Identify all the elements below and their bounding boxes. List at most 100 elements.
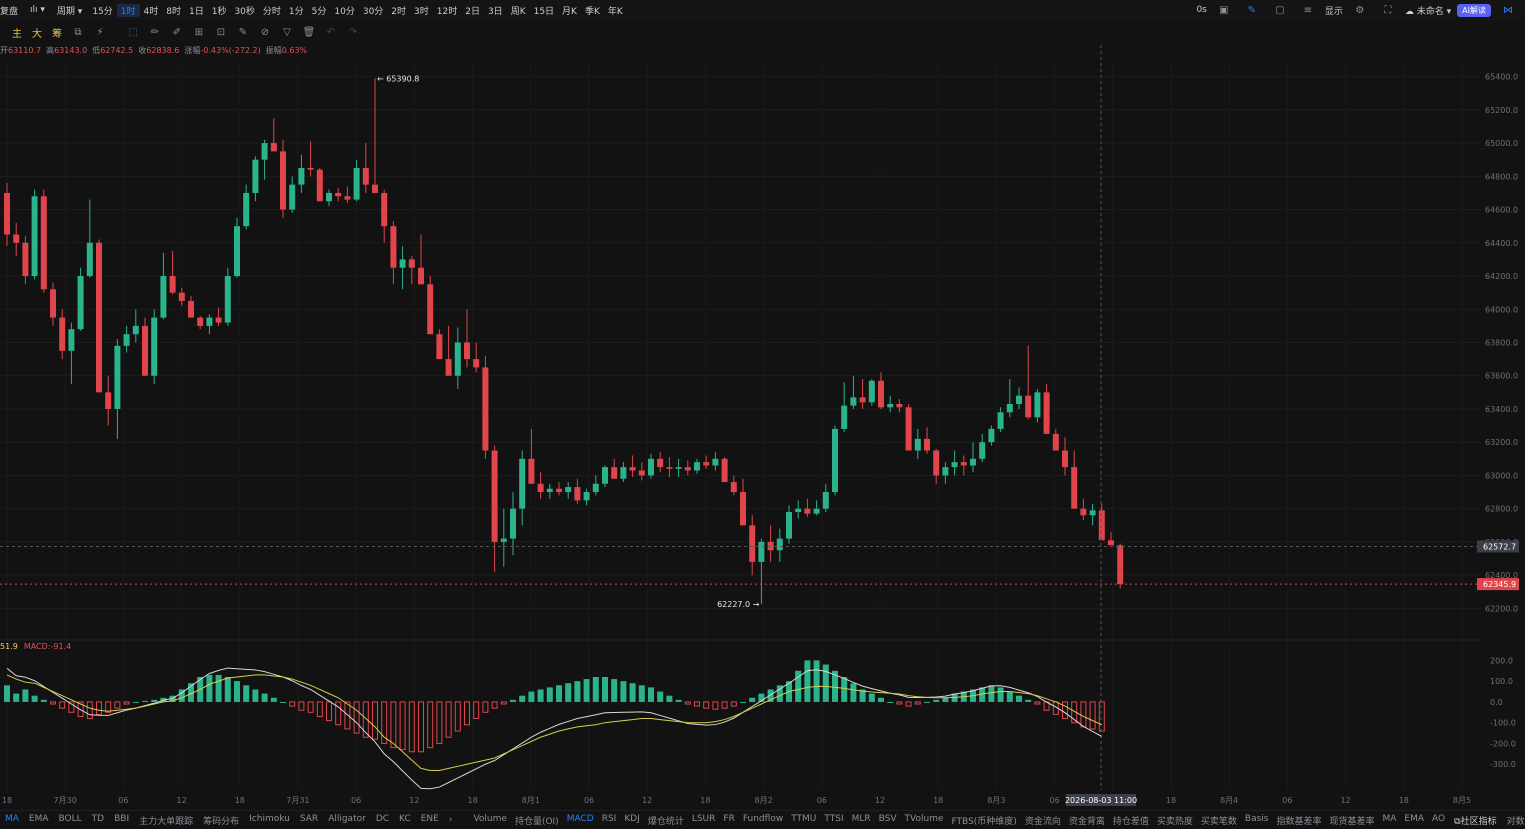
sub-indicator-4[interactable]: KDJ xyxy=(620,814,644,827)
candle-body xyxy=(206,317,213,326)
macd-histogram-bar xyxy=(703,701,710,709)
candle-body xyxy=(675,467,682,469)
candle-body xyxy=(712,458,719,466)
macd-histogram-bar xyxy=(666,695,673,702)
sub-indicator-3[interactable]: RSI xyxy=(598,814,621,827)
candle-body xyxy=(40,196,47,290)
crosshair-time-label: 2026-08-03 11:00 xyxy=(1065,796,1137,805)
candle-body xyxy=(427,284,434,335)
sub-indicator-0[interactable]: Volume xyxy=(469,814,510,827)
macd-histogram-bar xyxy=(648,687,654,702)
macd-histogram-bar xyxy=(887,701,894,703)
sub-indicator-23[interactable]: MA xyxy=(1379,814,1401,827)
main-indicator-6[interactable]: 筹码分布 xyxy=(198,814,244,827)
time-tick-label: 12 xyxy=(642,796,652,805)
candle-body xyxy=(878,380,884,408)
time-tick-label: 06 xyxy=(118,796,128,805)
sub-indicator-5[interactable]: 爆仓统计 xyxy=(644,814,688,827)
candle-body xyxy=(362,168,369,185)
sub-indicator-24[interactable]: EMA xyxy=(1400,814,1428,827)
candle-body xyxy=(1062,450,1068,468)
macd-tick-label: -300.0 xyxy=(1490,760,1516,769)
community-indicators-button[interactable]: ⧉社区指标 xyxy=(1449,814,1501,827)
candle-body xyxy=(583,492,590,501)
candle-body xyxy=(22,242,29,277)
sub-indicator-1[interactable]: 持仓量(OI) xyxy=(511,814,563,827)
time-tick-label: 18 xyxy=(700,796,710,805)
sub-indicator-21[interactable]: 指数基差率 xyxy=(1272,814,1325,827)
candle-body xyxy=(482,367,489,451)
sub-indicator-6[interactable]: LSUR xyxy=(688,814,720,827)
candle-body xyxy=(592,483,599,493)
candle-body xyxy=(399,259,406,268)
sub-indicator-11[interactable]: MLR xyxy=(848,814,875,827)
candle-body xyxy=(684,467,691,471)
macd-histogram-bar xyxy=(997,687,1004,702)
main-indicator-7[interactable]: Ichimoku xyxy=(244,814,295,827)
macd-dea-line xyxy=(6,674,1103,771)
sub-indicator-20[interactable]: Basis xyxy=(1241,814,1273,827)
time-tick-label: 18 xyxy=(2,796,12,805)
macd-histogram-bar xyxy=(1016,695,1022,702)
sub-indicator-10[interactable]: TTSI xyxy=(820,814,847,827)
macd-histogram-bar xyxy=(1006,691,1013,702)
main-indicator-4[interactable]: BBI xyxy=(109,814,134,827)
main-indicator-1[interactable]: EMA xyxy=(24,814,54,827)
candle-body xyxy=(730,482,737,493)
main-indicator-8[interactable]: SAR xyxy=(295,814,323,827)
candle-body xyxy=(77,276,84,330)
macd-histogram-bar xyxy=(40,699,47,702)
macd-histogram-bar xyxy=(59,701,66,709)
more-indicators-arrow[interactable]: › xyxy=(444,815,458,825)
macd-histogram-bar xyxy=(316,701,323,717)
candle-body xyxy=(188,300,194,318)
main-indicator-12[interactable]: ENE xyxy=(416,814,444,827)
macd-histogram-bar xyxy=(408,701,415,753)
candle-body xyxy=(353,168,360,200)
sub-indicator-15[interactable]: 资金流向 xyxy=(1021,814,1065,827)
macd-value: MACD:-91.4 xyxy=(23,642,72,651)
sub-indicator-2[interactable]: MACD xyxy=(563,814,598,827)
low-price-marker: 62227.0 → xyxy=(717,600,760,609)
sub-indicator-14[interactable]: FTBS(币种维度) xyxy=(948,814,1021,827)
main-indicator-3[interactable]: TD xyxy=(87,814,109,827)
candle-body xyxy=(887,403,894,408)
candle-body xyxy=(510,508,516,539)
sub-indicator-12[interactable]: BSV xyxy=(875,814,901,827)
macd-tick-label: 200.0 xyxy=(1490,656,1513,665)
candle-body xyxy=(454,342,461,376)
macd-dif-line xyxy=(6,667,1103,790)
macd-histogram-bar xyxy=(307,701,314,713)
candle-body xyxy=(390,226,397,268)
main-indicator-10[interactable]: DC xyxy=(371,814,394,827)
sub-indicator-8[interactable]: Fundflow xyxy=(739,814,787,827)
candle-body xyxy=(1089,510,1096,516)
macd-histogram-bar xyxy=(583,679,590,702)
macd-histogram-bar xyxy=(528,691,535,702)
candlestick-chart[interactable]: 65400.0 65200.0 65000.0 64800.0 64600.0 64400… xyxy=(0,0,1525,810)
macd-tick-label: 0.0 xyxy=(1490,698,1503,707)
candle-body xyxy=(841,405,848,429)
main-indicator-5[interactable]: 主力大单跟踪 xyxy=(134,814,198,827)
sub-indicator-17[interactable]: 持仓差值 xyxy=(1109,814,1153,827)
sub-indicator-19[interactable]: 买卖笔数 xyxy=(1197,814,1241,827)
log-scale-toggle[interactable]: 对数 xyxy=(1502,814,1525,827)
candle-body xyxy=(215,317,222,323)
sub-indicator-13[interactable]: TVolume xyxy=(901,814,948,827)
sub-indicator-7[interactable]: FR xyxy=(719,814,738,827)
sub-indicator-22[interactable]: 现货基差率 xyxy=(1325,814,1378,827)
sub-indicator-25[interactable]: AO xyxy=(1428,814,1449,827)
macd-histogram-bar xyxy=(114,701,121,709)
main-indicator-0[interactable]: MA xyxy=(0,814,24,827)
macd-histogram-bar xyxy=(142,700,148,702)
main-indicator-2[interactable]: BOLL xyxy=(54,814,87,827)
main-indicator-11[interactable]: KC xyxy=(394,814,416,827)
main-indicator-9[interactable]: Alligator xyxy=(323,814,371,827)
macd-histogram-bar xyxy=(464,701,470,726)
candle-body xyxy=(905,407,912,451)
sub-indicator-18[interactable]: 买卖热度 xyxy=(1153,814,1197,827)
sub-indicator-16[interactable]: 资金背离 xyxy=(1065,814,1109,827)
candle-body xyxy=(289,184,296,210)
candle-body xyxy=(307,168,314,170)
sub-indicator-9[interactable]: TTMU xyxy=(787,814,820,827)
